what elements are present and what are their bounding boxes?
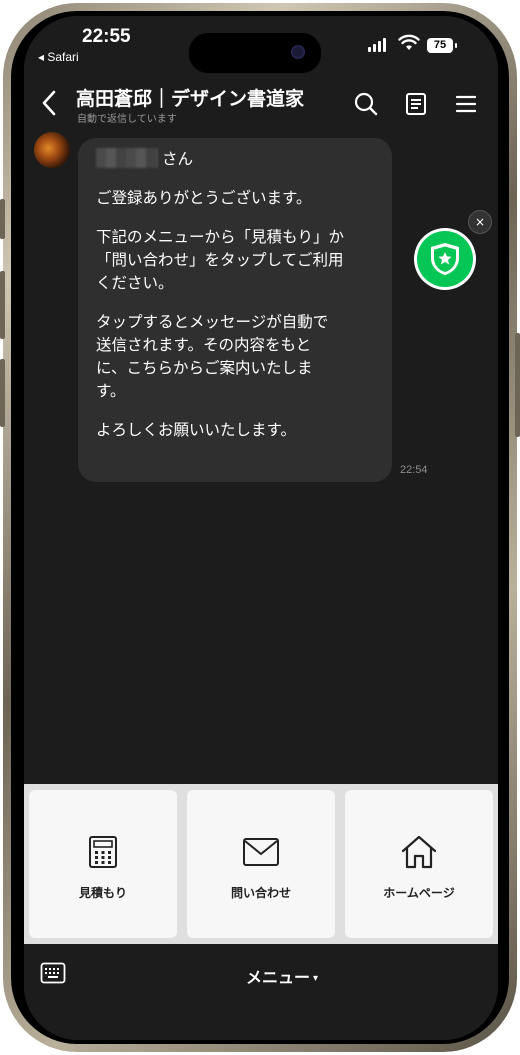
rich-menu-label: 見積もり [78,886,127,900]
status-bar: 22:55 ◂ Safari 75 [24,16,498,78]
notes-button[interactable] [402,90,430,118]
phone-screen: 22:55 ◂ Safari 75 高田蒼邱｜デザイン書道家 自動で返信していま… [24,16,498,1040]
back-to-safari-link[interactable]: ◂ Safari [38,50,79,64]
message-timestamp: 22:54 [400,464,428,476]
message-line: 「問い合わせ」をタップしてご利用 [96,251,344,269]
home-icon [401,835,437,869]
envelope-icon [243,838,279,866]
message-greeting-line: さん [96,148,376,171]
rich-menu-label: 問い合わせ [230,886,291,900]
rich-menu-item-estimate[interactable]: 見積もり [29,790,177,938]
side-button-volume-down [0,359,5,427]
menu-toggle-button[interactable]: メニュー ▾ [246,964,318,988]
message-line: タップするとメッセージが自動で [96,313,329,331]
message-line: ください。 [96,274,174,292]
bottom-bar: メニュー ▾ [24,944,498,1040]
message-line: す。 [96,382,126,400]
menu-toggle-label: メニュー [246,968,311,987]
rich-menu-label: ホームページ [383,886,455,900]
chat-header: 高田蒼邱｜デザイン書道家 自動で返信しています [24,78,498,128]
cellular-signal-icon [368,38,386,52]
side-button-mute [0,199,5,239]
message-bubble[interactable]: さん ご登録ありがとうございます。 下記のメニューから「見積もり」か 「問い合わ… [78,138,392,482]
official-account-badge-button[interactable] [414,228,476,290]
search-button[interactable] [352,90,380,118]
message-line: 下記のメニューから「見積もり」か [96,228,345,246]
rich-menu: 見積もり 問い合わせ ホームページ [24,784,498,944]
message-line: よろしくお願いいたします。 [96,421,296,439]
message-line: 送信されます。その内容をもと [96,336,312,354]
badge-close-button[interactable]: × [468,210,492,234]
notes-icon [406,93,426,115]
wifi-icon [398,34,420,50]
side-button-volume-up [0,271,5,339]
calculator-icon [89,836,117,868]
message-line [96,403,376,419]
message-line: ご登録ありがとうございます。 [96,189,312,207]
dynamic-island [188,32,322,74]
front-camera [291,45,305,59]
tile-icon-wrap [88,834,118,870]
chat-title: 高田蒼邱｜デザイン書道家 [76,88,305,110]
message-line [96,171,376,187]
chat-area[interactable]: さん ご登録ありがとうございます。 下記のメニューから「見積もり」か 「問い合わ… [24,128,498,784]
rich-menu-item-homepage[interactable]: ホームページ [345,790,493,938]
battery-indicator: 75 [427,38,457,53]
rich-menu-item-inquiry[interactable]: 問い合わせ [187,790,335,938]
status-time: 22:55 [82,26,131,47]
message-line [96,210,376,226]
avatar[interactable] [34,132,70,168]
search-icon [354,92,378,116]
message-line: に、こちらからご案内いたしま [96,359,313,377]
keyboard-toggle-button[interactable] [40,962,66,984]
tile-icon-wrap [242,834,280,870]
keyboard-icon [40,962,66,984]
back-chevron-icon [42,90,56,116]
redacted-name [96,148,158,168]
badge-circle [417,231,473,287]
shield-star-icon [431,243,459,275]
chevron-down-icon: ▾ [313,973,319,984]
side-button-power [515,333,520,437]
message-line [96,295,376,311]
back-button[interactable] [34,86,64,120]
menu-icon [455,95,477,113]
auto-reply-status: 自動で返信しています [77,114,177,125]
menu-button[interactable] [452,90,480,118]
tile-icon-wrap [400,834,438,870]
